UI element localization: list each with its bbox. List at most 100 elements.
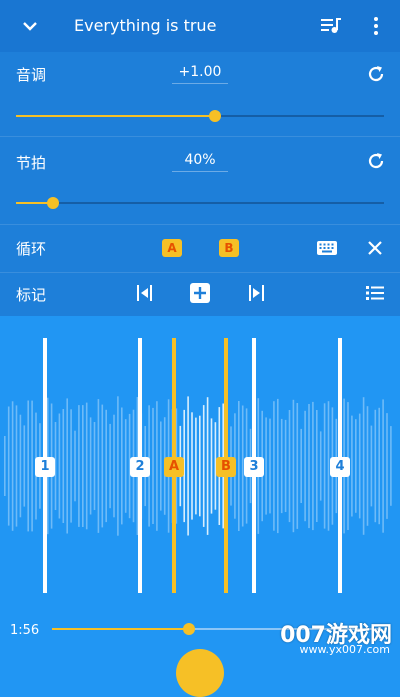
- waveform-bar: [85, 402, 88, 530]
- waveform-bar: [366, 406, 369, 526]
- marker-1-label[interactable]: 1: [35, 457, 55, 477]
- more-vert-icon[interactable]: [368, 16, 384, 36]
- marker-list-icon[interactable]: [365, 284, 385, 302]
- waveform-bar: [374, 409, 377, 523]
- waveform-bar: [4, 436, 6, 496]
- pitch-slider-fill: [16, 115, 215, 117]
- waveform-bar: [82, 405, 84, 527]
- waveform-bar: [7, 406, 10, 526]
- pitch-slider-thumb[interactable]: [209, 110, 221, 122]
- marker-previous-icon[interactable]: [133, 284, 155, 302]
- waveform-bar: [11, 401, 14, 531]
- tempo-value-field[interactable]: 40%: [172, 152, 228, 172]
- waveform-bar: [117, 396, 119, 536]
- marker-3-label[interactable]: 3: [244, 457, 264, 477]
- loop-point-b-button[interactable]: B: [219, 239, 239, 257]
- pitch-value-field[interactable]: +1.00: [172, 64, 228, 84]
- waveform-bar: [74, 430, 76, 502]
- keyboard-icon[interactable]: [316, 240, 338, 256]
- waveform-bar: [62, 409, 65, 523]
- pitch-reset-icon[interactable]: [366, 64, 386, 84]
- waveform-bar: [292, 399, 295, 533]
- waveform-bar: [300, 428, 302, 503]
- waveform-bar: [195, 417, 197, 515]
- tempo-label: 节拍: [16, 154, 47, 172]
- waveform-bar: [156, 401, 158, 531]
- top-app-bar: Everything is true: [0, 0, 400, 52]
- waveform-bar: [31, 400, 33, 532]
- waveform-bar: [121, 407, 123, 525]
- waveform-bar: [97, 399, 100, 533]
- waveform-bar: [238, 401, 240, 531]
- marker-b-label[interactable]: B: [216, 457, 236, 477]
- divider: [0, 224, 400, 225]
- waveform-bar: [191, 412, 193, 520]
- loop-point-a-button[interactable]: A: [162, 239, 182, 257]
- play-button[interactable]: [176, 649, 224, 697]
- song-title: Everything is true: [74, 16, 217, 35]
- tempo-reset-icon[interactable]: [366, 151, 386, 171]
- waveform-bar: [160, 421, 162, 511]
- waveform-bar: [273, 401, 275, 531]
- pitch-label: 音调: [16, 66, 47, 84]
- controls-panel: 音调 +1.00 节拍 40% 循环 A B 标记: [0, 52, 400, 316]
- waveform-bar: [78, 405, 80, 527]
- add-marker-icon[interactable]: [190, 283, 210, 303]
- waveform-bar: [355, 419, 357, 513]
- waveform-bar: [58, 413, 61, 519]
- playback-bar: 1:56 007游戏网 www.yx007.com: [0, 615, 400, 697]
- current-time: 1:56: [10, 623, 40, 638]
- waveform-bar: [187, 396, 189, 536]
- waveform-bar: [362, 397, 365, 535]
- waveform-bar: [358, 413, 361, 519]
- waveform-bar: [378, 407, 380, 525]
- waveform-bar: [390, 426, 392, 506]
- close-icon[interactable]: [367, 240, 383, 256]
- waveform-bar: [316, 410, 318, 522]
- waveform-bar: [277, 398, 279, 534]
- waveform-bar: [101, 404, 104, 528]
- waveform-bar: [66, 398, 68, 534]
- waveform-bar: [89, 417, 92, 515]
- chevron-down-icon[interactable]: [20, 16, 40, 36]
- divider: [0, 136, 400, 137]
- waveform-bar: [93, 422, 96, 510]
- marker-4-label[interactable]: 4: [330, 457, 350, 477]
- seekbar-thumb[interactable]: [183, 623, 195, 635]
- waveform-bar: [70, 409, 72, 523]
- waveform-bar: [210, 418, 213, 514]
- waveform-bar: [23, 425, 26, 507]
- divider: [0, 272, 400, 273]
- waveform-bar: [109, 423, 111, 509]
- waveform-bar: [382, 399, 384, 533]
- waveform-bar: [269, 418, 271, 514]
- waveform-bar: [15, 405, 18, 527]
- waveform-bar: [265, 417, 267, 515]
- loop-label: 循环: [16, 240, 47, 258]
- waveform-bar: [105, 409, 107, 523]
- waveform-bar: [152, 407, 154, 524]
- waveform-bar: [370, 425, 373, 507]
- waveform-bar: [351, 415, 353, 517]
- waveform-bar: [312, 401, 314, 531]
- waveform-bar: [124, 419, 127, 513]
- waveform-bar: [199, 415, 201, 517]
- waveform-bar: [308, 404, 310, 529]
- waveform-bar: [319, 431, 322, 501]
- waveform-bar: [206, 397, 209, 535]
- waveform-bar: [280, 418, 283, 514]
- marker-a-label[interactable]: A: [164, 457, 184, 477]
- tempo-slider-track: [16, 202, 384, 204]
- seekbar-fill: [52, 628, 189, 630]
- waveform-bar: [296, 403, 299, 529]
- marks-label: 标记: [16, 286, 47, 304]
- tempo-slider-thumb[interactable]: [47, 197, 59, 209]
- waveform-bar: [386, 413, 388, 519]
- marker-next-icon[interactable]: [246, 284, 268, 302]
- waveform-bar: [284, 419, 287, 512]
- waveform-bar: [19, 414, 22, 518]
- waveform-bar: [27, 400, 29, 532]
- marker-2-label[interactable]: 2: [130, 457, 150, 477]
- waveform-bar: [304, 410, 306, 522]
- playlist-music-icon[interactable]: [320, 16, 342, 36]
